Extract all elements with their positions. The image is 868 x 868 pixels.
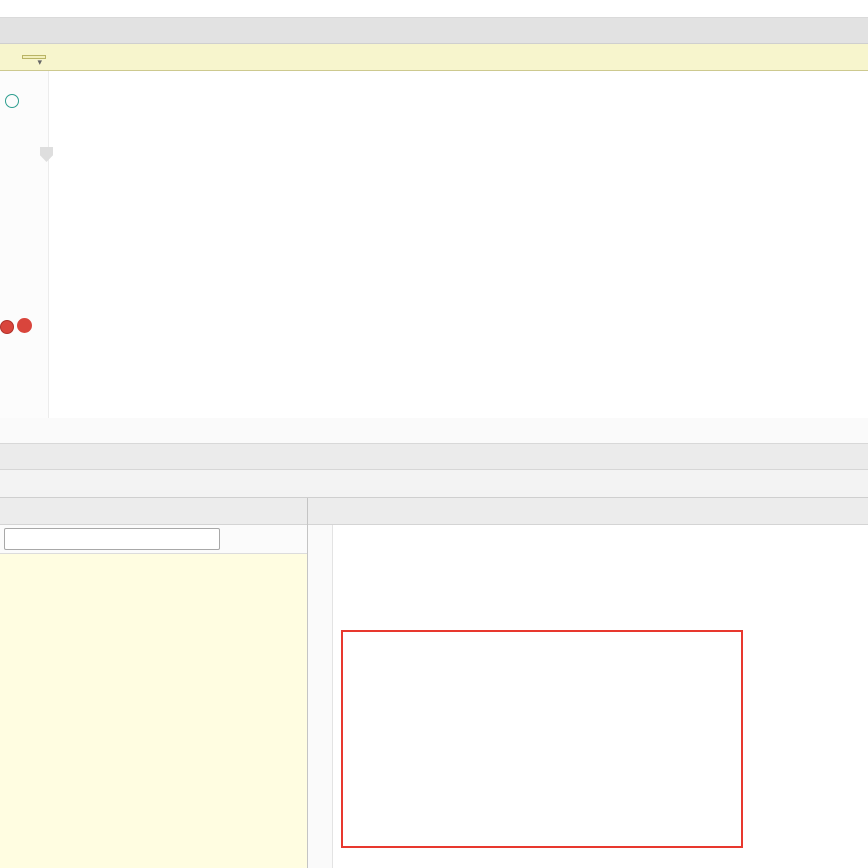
debug-content <box>0 498 868 868</box>
variables-tree <box>333 525 868 868</box>
code-editor[interactable] <box>0 71 868 418</box>
editor-gutter <box>0 71 49 418</box>
ide-window <box>0 0 868 868</box>
breakpoint-verified-icon[interactable] <box>17 318 32 333</box>
debug-toolbar <box>0 470 868 498</box>
decompiler-banner <box>0 44 868 71</box>
frames-list <box>0 554 307 868</box>
breadcrumb <box>0 0 868 18</box>
variables-panel <box>308 498 868 868</box>
editor-tab-bar <box>0 18 868 44</box>
maven-source-selector[interactable] <box>22 55 46 59</box>
variables-header <box>308 498 868 525</box>
thread-dropdown[interactable] <box>4 528 220 550</box>
frames-header <box>0 498 307 525</box>
override-method-icon[interactable] <box>5 94 19 108</box>
variables-body <box>308 525 868 868</box>
breakpoint-dot-icon[interactable] <box>0 320 14 334</box>
thread-selector-row <box>0 525 307 554</box>
splitter-strip <box>0 444 868 470</box>
variables-toolbar <box>308 525 333 868</box>
editor-breadcrumb <box>0 418 868 444</box>
frames-panel <box>0 498 308 868</box>
